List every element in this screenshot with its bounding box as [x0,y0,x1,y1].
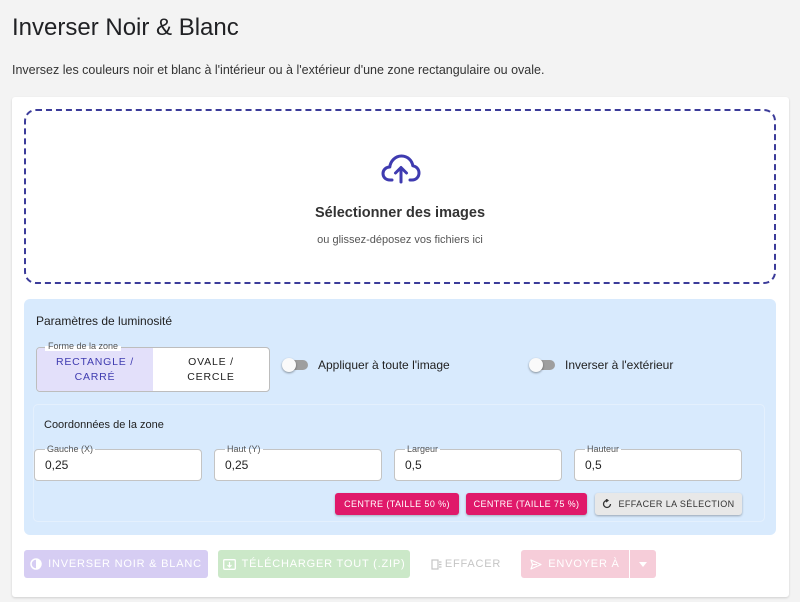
main-card: Sélectionner des images ou glissez-dépos… [12,97,789,597]
width-input[interactable] [405,458,545,472]
image-dropzone[interactable]: Sélectionner des images ou glissez-dépos… [24,109,776,284]
download-all-label: TÉLÉCHARGER TOUT (.ZIP) [241,558,406,570]
invert-outside-label: Inverser à l'extérieur [565,358,674,372]
apply-whole-switch[interactable] [282,358,310,372]
invert-outside-toggle[interactable]: Inverser à l'extérieur [529,358,673,372]
shape-toggle-group: Forme de la zone RECTANGLE / CARRÉ OVALE … [36,341,270,392]
download-folder-icon [222,558,236,570]
width-field[interactable]: Largeur [394,444,562,481]
invert-label: INVERSER NOIR & BLANC [48,558,202,570]
top-y-input[interactable] [225,458,365,472]
shape-legend: Forme de la zone [45,341,122,351]
settings-title: Paramètres de luminosité [36,314,173,328]
apply-whole-image-toggle[interactable]: Appliquer à toute l'image [282,358,450,372]
shape-option-oval[interactable]: OVALE / CERCLE [153,348,269,391]
clear-label: EFFACER [444,558,502,570]
apply-whole-label: Appliquer à toute l'image [318,358,450,372]
clear-button[interactable]: EFFACER [421,550,511,578]
refresh-icon [603,499,612,509]
invert-outside-switch[interactable] [529,358,557,372]
send-to-label: ENVOYER À [548,558,620,570]
top-y-field[interactable]: Haut (Y) [214,444,382,481]
download-all-button[interactable]: TÉLÉCHARGER TOUT (.ZIP) [218,550,410,578]
send-to-menu-button[interactable] [630,550,656,578]
center-75-button[interactable]: CENTRE (TAILLE 75 %) [466,493,587,515]
cloud-upload-icon [381,154,421,184]
left-x-field[interactable]: Gauche (X) [34,444,202,481]
clear-list-icon [431,558,442,570]
coordinates-section: Coordonnées de la zone Gauche (X) Haut (… [34,405,764,521]
dropzone-title: Sélectionner des images [314,205,486,221]
shape-option-rectangle[interactable]: RECTANGLE / CARRÉ [37,348,153,391]
settings-panel: Paramètres de luminosité Forme de la zon… [24,299,776,535]
send-icon [530,558,542,570]
height-input[interactable] [585,458,725,472]
clear-selection-button[interactable]: EFFACER LA SÉLECTION [595,493,742,515]
contrast-icon [30,558,42,570]
center-50-button[interactable]: CENTRE (TAILLE 50 %) [335,493,459,515]
height-field[interactable]: Hauteur [574,444,742,481]
height-label: Hauteur [585,444,622,454]
invert-button[interactable]: INVERSER NOIR & BLANC [24,550,208,578]
send-to-button[interactable]: ENVOYER À [521,550,629,578]
page-title: Inverser Noir & Blanc [12,14,239,41]
width-label: Largeur [405,444,441,454]
clear-selection-label: EFFACER LA SÉLECTION [618,499,735,509]
left-x-input[interactable] [45,458,185,472]
page-description: Inversez les couleurs noir et blanc à l'… [12,63,545,77]
top-y-label: Haut (Y) [225,444,263,454]
left-x-label: Gauche (X) [45,444,96,454]
caret-down-icon [639,561,647,567]
dropzone-subtitle: ou glissez-déposez vos fichiers ici [317,234,483,246]
coordinates-title: Coordonnées de la zone [44,419,164,431]
